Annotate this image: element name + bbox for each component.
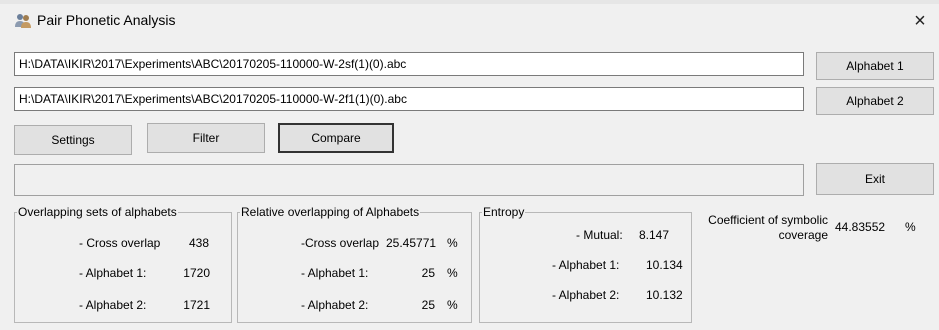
alphabet1-count-value: 1720 xyxy=(183,266,210,280)
overlapping-sets-title: Overlapping sets of alphabets xyxy=(18,205,177,219)
mutual-value: 8.147 xyxy=(639,228,670,242)
alphabet2-count-label: - Alphabet 2: xyxy=(79,298,147,312)
alphabet2-path-field[interactable]: H:\DATA\IKIR\2017\Experiments\ABC\201702… xyxy=(14,87,804,111)
coverage-label-line2: coverage xyxy=(778,228,828,242)
alphabet2-count-value: 1721 xyxy=(183,298,210,312)
coverage-value: 44.83552 xyxy=(835,220,886,234)
entropy-title: Entropy xyxy=(483,205,525,219)
coverage-label-line1: Coefficient of symbolic xyxy=(708,213,828,227)
users-icon xyxy=(15,14,31,28)
cross-overlap-value: 438 xyxy=(189,236,210,250)
entropy-a1-label: - Alphabet 1: xyxy=(552,258,620,272)
entropy-a2-value: 10.132 xyxy=(646,288,683,302)
relative-a2-value: 25 xyxy=(421,298,435,312)
alphabet1-count-label: - Alphabet 1: xyxy=(79,266,147,280)
filter-button[interactable]: Filter xyxy=(147,123,265,153)
alphabet1-path-field[interactable]: H:\DATA\IKIR\2017\Experiments\ABC\201702… xyxy=(14,52,804,76)
settings-button[interactable]: Settings xyxy=(14,125,132,155)
relative-a1-value: 25 xyxy=(421,266,435,280)
alphabet2-button[interactable]: Alphabet 2 xyxy=(816,87,934,115)
alphabet1-button[interactable]: Alphabet 1 xyxy=(816,52,934,80)
close-icon[interactable]: × xyxy=(908,9,932,33)
relative-cross-unit: % xyxy=(447,236,458,250)
relative-cross-value: 25.45771 xyxy=(386,236,437,250)
coverage-unit: % xyxy=(905,220,916,234)
compare-button[interactable]: Compare xyxy=(278,123,394,153)
exit-button[interactable]: Exit xyxy=(816,163,934,195)
window-title: Pair Phonetic Analysis xyxy=(37,12,176,28)
entropy-a1-value: 10.134 xyxy=(646,258,683,272)
relative-a2-label: - Alphabet 2: xyxy=(301,298,369,312)
cross-overlap-label: - Cross overlap xyxy=(79,236,161,250)
mutual-label: - Mutual: xyxy=(576,228,623,242)
relative-a1-label: - Alphabet 1: xyxy=(301,266,369,280)
relative-overlapping-title: Relative overlapping of Alphabets xyxy=(241,205,420,219)
status-bar xyxy=(14,164,804,196)
entropy-a2-label: - Alphabet 2: xyxy=(552,288,620,302)
relative-a2-unit: % xyxy=(447,298,458,312)
relative-a1-unit: % xyxy=(447,266,458,280)
relative-cross-label: -Cross overlap xyxy=(301,236,380,250)
